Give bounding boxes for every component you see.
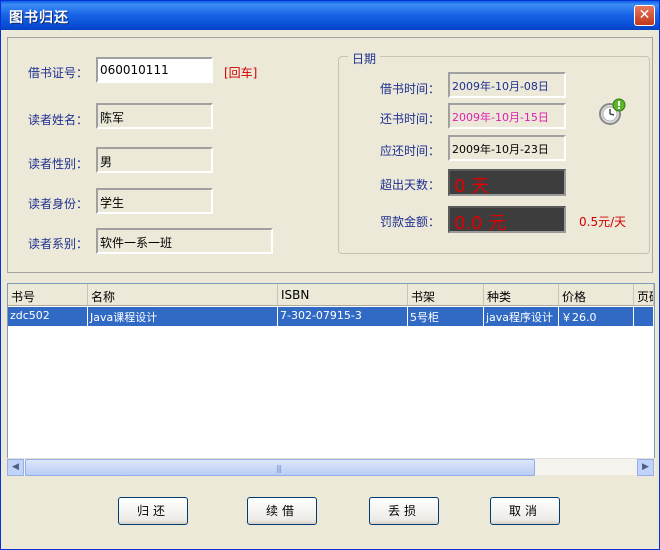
- scroll-thumb[interactable]: |||: [25, 459, 535, 476]
- return-date-field: 2009年-10月-15日: [448, 103, 566, 129]
- cancel-button[interactable]: 取消: [490, 497, 560, 525]
- gender-field: 男: [96, 147, 213, 173]
- table-row[interactable]: zdc502 Java课程设计 7-302-07915-3 5号柜 java程序…: [8, 307, 654, 326]
- table-cell: 5号柜: [408, 307, 484, 326]
- department-label: 读者系别：: [28, 237, 89, 251]
- scroll-left-arrow-icon[interactable]: ◀: [7, 459, 24, 476]
- table-cell: ￥26.0: [559, 307, 634, 326]
- renew-button[interactable]: 续借: [247, 497, 317, 525]
- identity-field: 学生: [96, 188, 213, 214]
- column-header[interactable]: 名称: [88, 284, 278, 306]
- overdue-days-label: 超出天数：: [380, 178, 441, 192]
- name-field: 陈军: [96, 103, 213, 129]
- horizontal-scrollbar[interactable]: ◀ ||| ▶: [7, 458, 655, 476]
- due-date-field: 2009年-10月-23日: [448, 135, 566, 161]
- column-header[interactable]: 种类: [484, 284, 559, 306]
- enter-hint: [回车]: [224, 66, 258, 80]
- table-cell: Java课程设计: [88, 307, 278, 326]
- column-header[interactable]: ISBN: [278, 284, 408, 306]
- overdue-days-display: 0 天: [448, 169, 566, 197]
- column-header[interactable]: 书号: [8, 284, 88, 306]
- fine-amount-display: 0.0 元: [448, 206, 566, 234]
- fine-amount-label: 罚款金额：: [380, 215, 441, 229]
- table-cell: zdc502: [8, 307, 88, 326]
- book-return-window: 图书归还 ✕ 借书证号： 060010111 [回车] 读者姓名： 陈军 读者性…: [0, 0, 660, 550]
- table-header: 书号 名称 ISBN 书架 种类 价格 页码: [8, 284, 654, 306]
- fine-rate-label: 0.5元/天: [579, 215, 627, 229]
- name-label: 读者姓名：: [28, 113, 89, 127]
- borrowed-books-table: 书号 名称 ISBN 书架 种类 价格 页码 zdc502 Java课程设计 7…: [7, 283, 655, 475]
- clock-alert-icon: [599, 98, 626, 125]
- borrow-date-label: 借书时间：: [380, 82, 441, 96]
- borrow-date-field: 2009年-10月-08日: [448, 72, 566, 98]
- department-field: 软件一系一班: [96, 228, 273, 254]
- return-date-label: 还书时间：: [380, 112, 441, 126]
- close-button[interactable]: ✕: [634, 5, 655, 26]
- date-group-title: 日期: [348, 50, 381, 67]
- column-header[interactable]: 书架: [408, 284, 484, 306]
- scroll-grip-icon: |||: [276, 464, 282, 473]
- table-cell: 7-302-07915-3: [278, 307, 408, 326]
- column-header[interactable]: 价格: [559, 284, 634, 306]
- return-button[interactable]: 归还: [118, 497, 188, 525]
- column-header[interactable]: 页码: [634, 284, 654, 306]
- card-no-input[interactable]: 060010111: [96, 57, 213, 83]
- scroll-right-arrow-icon[interactable]: ▶: [637, 459, 654, 476]
- lost-button[interactable]: 丢损: [369, 497, 439, 525]
- table-cell: [634, 307, 654, 326]
- card-no-label: 借书证号：: [28, 66, 89, 80]
- identity-label: 读者身份：: [28, 197, 89, 211]
- gender-label: 读者性别：: [28, 157, 89, 171]
- title-bar: 图书归还 ✕: [1, 1, 659, 30]
- reader-info-panel: 借书证号： 060010111 [回车] 读者姓名： 陈军 读者性别： 男 读者…: [7, 37, 653, 273]
- window-title: 图书归还: [9, 10, 69, 26]
- due-date-label: 应还时间：: [380, 144, 441, 158]
- table-cell: java程序设计: [484, 307, 559, 326]
